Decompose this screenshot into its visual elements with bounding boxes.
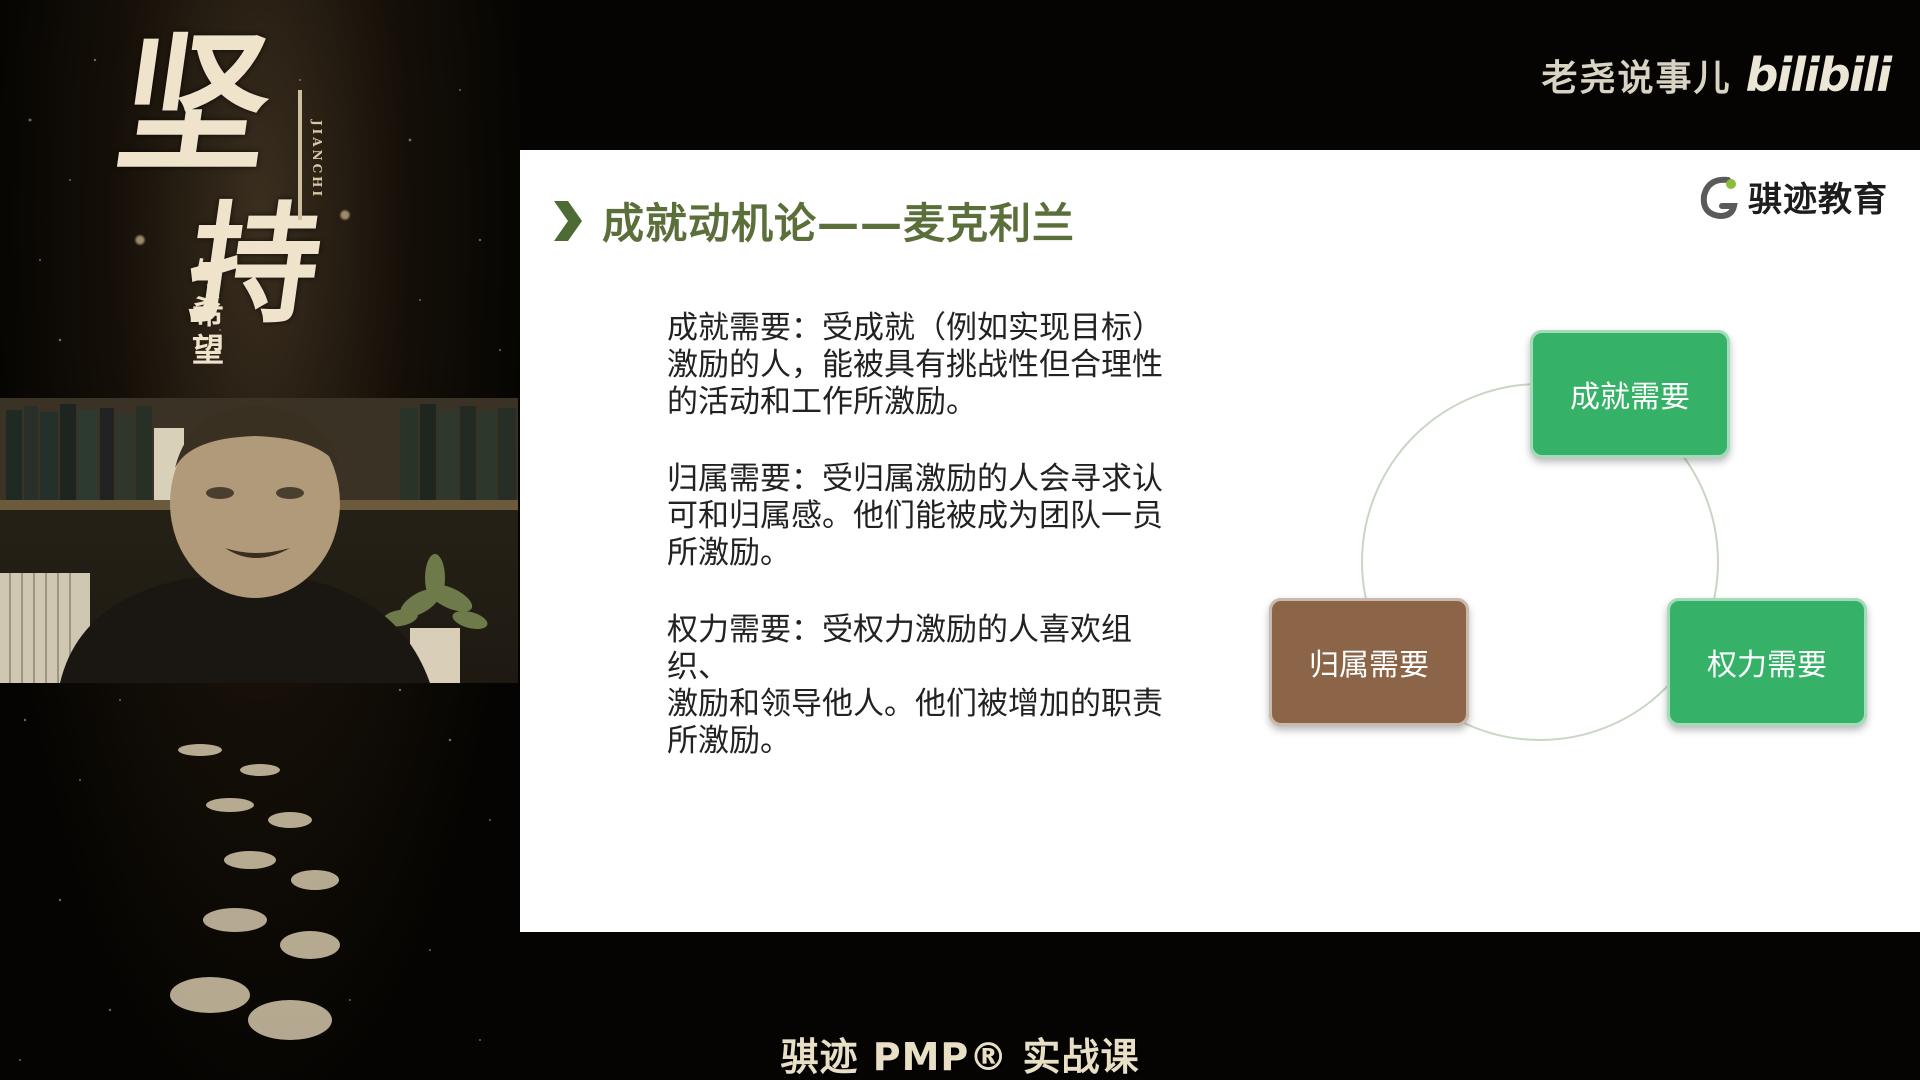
power-need-box: 权力需要 — [1667, 598, 1867, 726]
bilibili-logo: bilibili — [1745, 48, 1892, 102]
footprints-icon — [170, 744, 340, 1040]
calligraphy-stroke — [298, 90, 302, 220]
video-frame: 坚 持 JIANCHI 与希望 老尧说事儿 bilibili 成就动机论——麦克… — [0, 0, 1920, 1080]
qiji-logo-text: 骐迹教育 — [1748, 180, 1888, 220]
calligraphy-main: 坚 — [107, 17, 283, 193]
qiji-logo-icon — [1700, 176, 1738, 219]
qiji-logo: 骐迹教育 — [1698, 172, 1888, 221]
course-caption: 骐迹 PMP® 实战课 — [780, 1035, 1140, 1079]
needs-description: 成就需要：受成就（例如实现目标） 激励的人，能被具有挑战性但合理性 的活动和工作… — [667, 310, 1187, 800]
affiliation-need-text: 归属需要：受归属激励的人会寻求认 可和归属感。他们能被成为团队一员 所激励。 — [667, 461, 1163, 571]
presenter — [60, 406, 430, 683]
webcam-feed — [0, 398, 518, 683]
affiliation-need-box: 归属需要 — [1269, 598, 1469, 726]
calligraphy-sub: 与希望 — [191, 255, 224, 369]
calligraphy-pinyin: JIANCHI — [310, 120, 324, 200]
power-need-text: 权力需要：受权力激励的人喜欢组织、 激励和领导他人。他们被增加的职责 所激励。 — [667, 612, 1163, 759]
channel-brand: 老尧说事儿 bilibili — [1541, 48, 1892, 102]
slide-header: 成就动机论——麦克利兰 — [550, 190, 1075, 251]
achievement-need-box: 成就需要 — [1530, 330, 1730, 458]
channel-name: 老尧说事儿 — [1541, 58, 1732, 99]
needs-cycle-diagram: 成就需要 归属需要 权力需要 — [1240, 330, 1867, 770]
slide-title: 成就动机论——麦克利兰 — [602, 199, 1076, 248]
chevron-right-icon — [554, 200, 582, 241]
calligraphy-artwork: 坚 持 JIANCHI 与希望 — [108, 17, 360, 400]
presentation-slide: 成就动机论——麦克利兰 骐迹教育 成就需要：受成就（例如实现目标） 激励的人，能… — [520, 150, 1920, 932]
achievement-need-text: 成就需要：受成就（例如实现目标） 激励的人，能被具有挑战性但合理性 的活动和工作… — [667, 310, 1163, 420]
